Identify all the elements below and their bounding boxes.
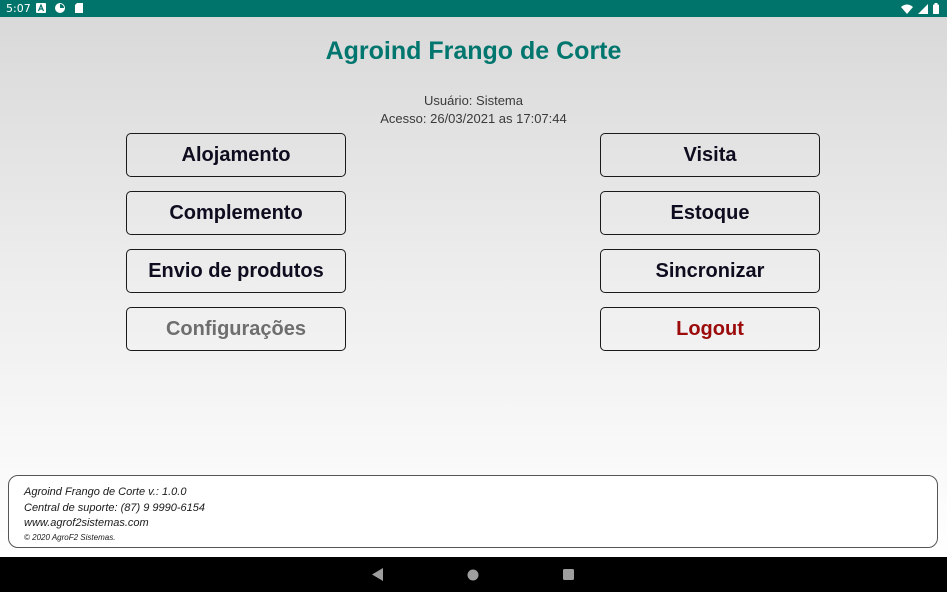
configuracoes-button[interactable]: Configurações [126, 307, 346, 351]
page-title: Agroind Frango de Corte [325, 37, 622, 65]
user-info: Usuário: Sistema [424, 93, 523, 108]
recents-button[interactable] [548, 557, 588, 592]
navigation-bar [0, 557, 947, 592]
status-bar: 5:07 [0, 0, 947, 17]
back-triangle-icon [372, 568, 383, 581]
back-button[interactable] [358, 557, 398, 592]
home-button[interactable] [453, 557, 493, 592]
wifi-icon [901, 4, 913, 14]
status-time: 5:07 [6, 2, 31, 15]
footer-info-box: Agroind Frango de Corte v.: 1.0.0 Centra… [8, 475, 938, 548]
complemento-button[interactable]: Complemento [126, 191, 346, 235]
logout-button[interactable]: Logout [600, 307, 820, 351]
envio-de-produtos-button[interactable]: Envio de produtos [126, 249, 346, 293]
main-screen: Agroind Frango de Corte Usuário: Sistema… [0, 17, 947, 557]
sd-card-icon [75, 3, 83, 13]
estoque-button[interactable]: Estoque [600, 191, 820, 235]
visita-button[interactable]: Visita [600, 133, 820, 177]
signal-icon [918, 3, 928, 14]
recents-square-icon [562, 569, 574, 580]
alojamento-button[interactable]: Alojamento [126, 133, 346, 177]
footer-website: www.agrof2sistemas.com [24, 517, 149, 529]
footer-support: Central de suporte: (87) 9 9990-6154 [24, 501, 206, 514]
status-icons-left [36, 3, 84, 13]
access-info: Acesso: 26/03/2021 as 17:07:44 [380, 111, 567, 126]
font-icon [36, 3, 46, 13]
home-circle-icon [467, 569, 479, 580]
sincronizar-button[interactable]: Sincronizar [600, 249, 820, 293]
status-icons-right [901, 3, 939, 14]
pie-icon [55, 3, 65, 13]
footer-copyright: © 2020 AgroF2 Sistemas. [24, 532, 116, 542]
footer-version: Agroind Frango de Corte v.: 1.0.0 [24, 486, 187, 498]
battery-icon [933, 3, 939, 14]
